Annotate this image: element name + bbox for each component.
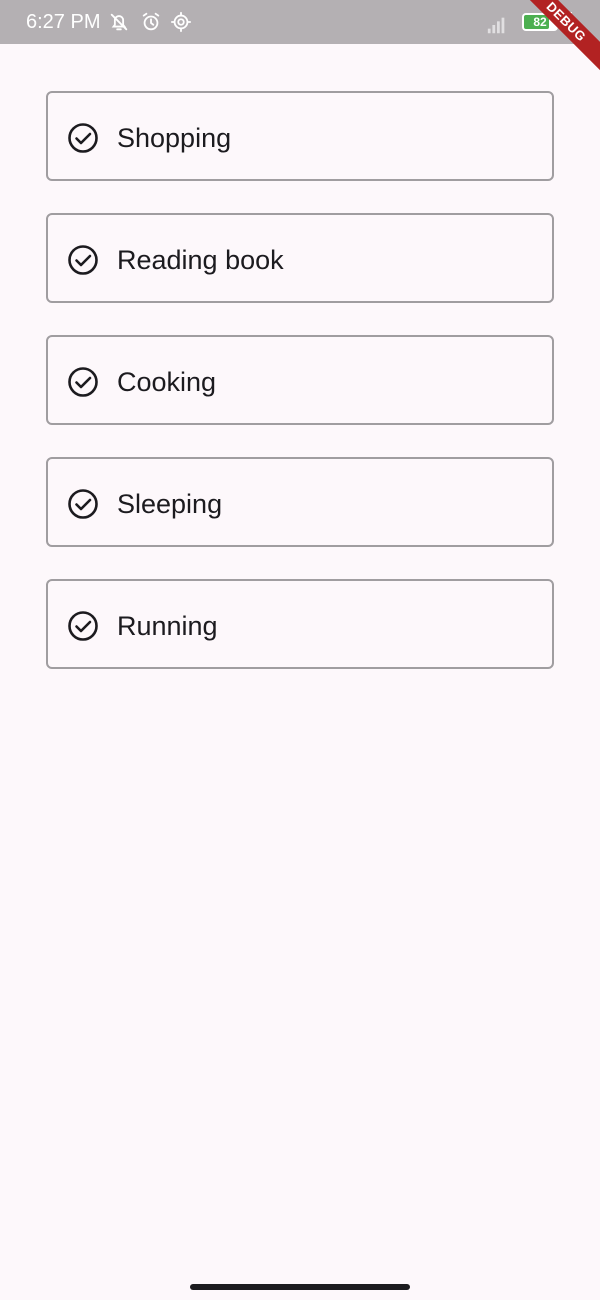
task-list: Shopping Reading book Cooking Sleeping R… <box>46 91 554 701</box>
check-circle-icon <box>67 244 99 276</box>
signal-icon <box>486 14 508 36</box>
task-label: Reading book <box>117 245 284 275</box>
status-time: 6:27 PM <box>26 11 101 33</box>
alarm-icon <box>140 11 162 33</box>
settings-icon <box>170 11 192 33</box>
check-circle-icon <box>67 488 99 520</box>
task-card-shopping[interactable]: Shopping <box>46 91 554 181</box>
task-card-cooking[interactable]: Cooking <box>46 335 554 425</box>
task-card-running[interactable]: Running <box>46 579 554 669</box>
status-bar: 6:27 PM 82 <box>0 0 600 44</box>
notifications-off-icon <box>108 11 130 33</box>
check-circle-icon <box>67 122 99 154</box>
task-label: Shopping <box>117 123 232 153</box>
task-card-sleeping[interactable]: Sleeping <box>46 457 554 547</box>
task-label: Running <box>117 611 218 641</box>
task-label: Cooking <box>117 367 217 397</box>
task-label: Sleeping <box>117 489 223 519</box>
home-indicator[interactable] <box>190 1284 410 1290</box>
check-circle-icon <box>67 610 99 642</box>
task-card-reading-book[interactable]: Reading book <box>46 213 554 303</box>
check-circle-icon <box>67 366 99 398</box>
